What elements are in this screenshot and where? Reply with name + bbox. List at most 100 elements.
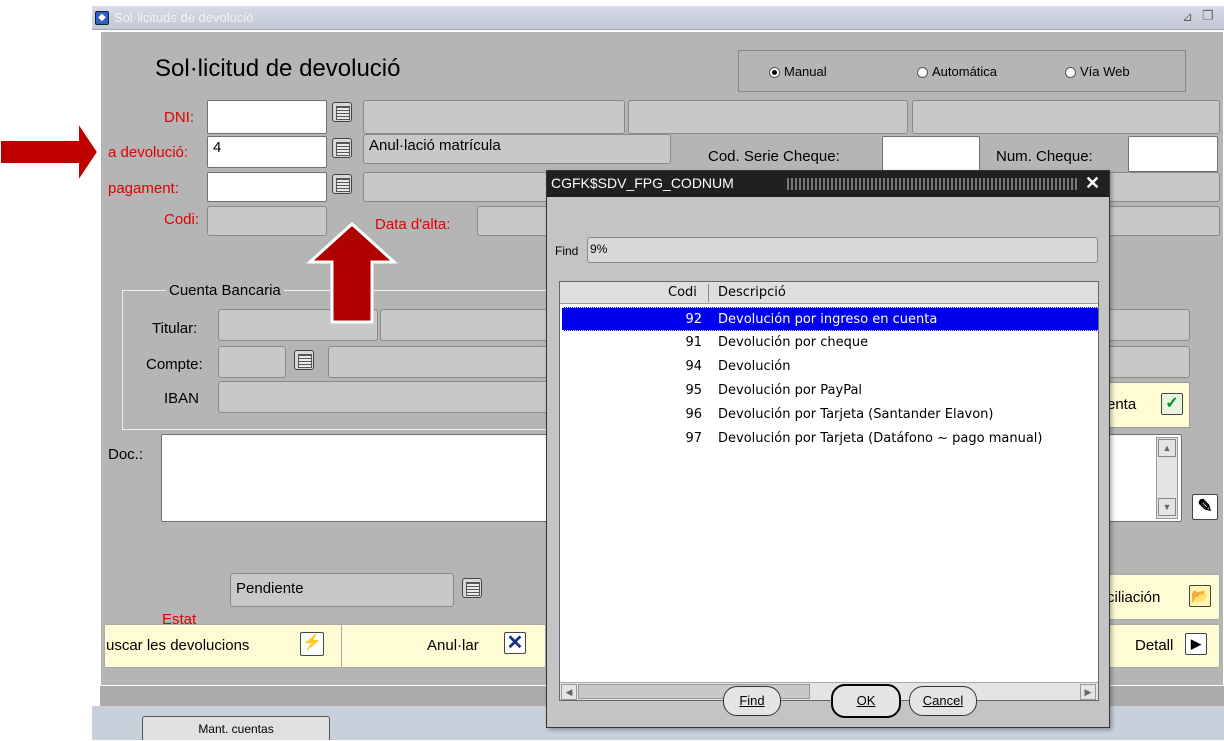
- scroll-up-icon[interactable]: ▲: [1158, 439, 1176, 457]
- find-button[interactable]: Find: [723, 686, 781, 716]
- cancel-button-label: Cancel: [922, 693, 964, 708]
- titular-field-2: [380, 309, 550, 341]
- check-icon: ✓: [1161, 393, 1183, 415]
- list-item[interactable]: 95 Devolución por PayPal: [562, 379, 1098, 403]
- tipus-devolucio-desc-field: Anul·lació matrícula: [363, 134, 671, 164]
- cod-serie-field[interactable]: [882, 136, 980, 172]
- row-codi: 97: [685, 431, 702, 446]
- radio-via-web-label: Vía Web: [1080, 64, 1130, 79]
- radio-manual-icon: [769, 67, 780, 79]
- row-desc: Devolución por Tarjeta (Santander Elavon…: [718, 407, 994, 422]
- dni-name-field-1: [363, 100, 625, 134]
- estat-lov-icon[interactable]: [462, 578, 482, 598]
- ok-button-label: OK: [856, 693, 876, 708]
- scroll-right-icon[interactable]: ▶: [1080, 684, 1096, 700]
- lov-list: Codi Descripció 92 Devolución por ingreso…: [559, 281, 1099, 701]
- scroll-left-icon[interactable]: ◀: [561, 684, 577, 700]
- cancel-button[interactable]: Cancel: [909, 686, 977, 716]
- list-item[interactable]: 91 Devolución por cheque: [562, 331, 1098, 355]
- conciliacion-label: ciliación: [1107, 589, 1161, 606]
- oracle-forms-icon: ◆: [95, 11, 109, 25]
- right-arrow-annotation: [0, 118, 100, 186]
- row-desc: Devolución: [718, 359, 791, 374]
- window-title-bar: ◆ Sol·licituds de devolució ⊿ ❐: [92, 6, 1224, 30]
- radio-manual[interactable]: Manual: [769, 64, 827, 79]
- forma-pagament-desc-field: [363, 172, 549, 202]
- lov-title-bar: CGFK$SDV_FPG_CODNUM ✕: [547, 171, 1109, 197]
- dni-name-field-2: [628, 100, 908, 134]
- dni-label: DNI:: [164, 109, 194, 126]
- dni-name-field-3: [912, 100, 1220, 134]
- tipus-devolucio-label: a devolució:: [108, 144, 189, 161]
- compte-field-1: [218, 346, 286, 378]
- tipus-devolucio-lov-icon[interactable]: [332, 138, 352, 158]
- ok-button[interactable]: OK: [831, 684, 901, 718]
- estat-field: Pendiente: [230, 573, 454, 607]
- col-header-descripcio[interactable]: Descripció: [718, 285, 786, 300]
- list-item[interactable]: 97 Devolución por Tarjeta (Datáfono ~ pag…: [562, 427, 1098, 451]
- num-cheque-field[interactable]: [1128, 136, 1218, 172]
- lov-title-pattern: [787, 178, 1077, 190]
- codi-label: Codi:: [164, 211, 200, 228]
- restore-icon[interactable]: ❐: [1202, 8, 1214, 24]
- lov-dialog: CGFK$SDV_FPG_CODNUM ✕ Find 9% Codi Descr…: [546, 170, 1110, 728]
- forma-pagament-code-field[interactable]: [207, 172, 327, 202]
- row-codi: 94: [685, 359, 702, 374]
- cod-serie-label: Cod. Serie Cheque:: [708, 148, 840, 165]
- forma-pagament-lov-icon[interactable]: [332, 174, 352, 194]
- cuenta-button[interactable]: enta ✓: [1106, 382, 1190, 428]
- list-item[interactable]: 96 Devolución por Tarjeta (Santander Elav…: [562, 403, 1098, 427]
- forma-pagament-right-field: [1108, 172, 1220, 202]
- close-x-icon: ✕: [504, 632, 526, 654]
- radio-manual-label: Manual: [784, 64, 827, 79]
- cuenta-button-label: enta: [1107, 396, 1137, 413]
- horizontal-scrollbar[interactable]: ◀ ▶: [560, 682, 1098, 700]
- folder-open-icon: 📂: [1189, 585, 1211, 607]
- row-codi: 95: [685, 383, 702, 398]
- list-item[interactable]: 94 Devolución: [562, 355, 1098, 379]
- anular-button[interactable]: Anul·lar ✕: [342, 624, 546, 668]
- col-header-codi[interactable]: Codi: [668, 285, 697, 300]
- dni-lov-icon[interactable]: [332, 102, 352, 122]
- window-title: Sol·licituds de devolució: [114, 10, 254, 25]
- edit-pencil-icon[interactable]: ✎: [1192, 494, 1218, 520]
- find-button-label: Find: [739, 693, 765, 708]
- scroll-down-icon[interactable]: ▼: [1158, 498, 1176, 516]
- codi-field: [207, 206, 327, 236]
- titular-right-field: [1108, 309, 1190, 341]
- lightning-icon: ⚡: [300, 632, 324, 656]
- dni-field[interactable]: [207, 100, 327, 134]
- row-desc: Devolución por PayPal: [718, 383, 863, 398]
- find-input[interactable]: 9%: [587, 237, 1098, 263]
- detall-button[interactable]: Detall ▶: [1106, 624, 1220, 668]
- row-desc: Devolución por ingreso en cuenta: [718, 312, 938, 327]
- anular-label: Anul·lar: [427, 637, 479, 654]
- data-alta-label: Data d'alta:: [375, 216, 451, 233]
- buscar-label: uscar les devolucions: [106, 637, 250, 654]
- doc-textarea[interactable]: [161, 434, 550, 522]
- row-codi: 96: [685, 407, 702, 422]
- titular-label: Titular:: [152, 320, 198, 337]
- compte-field-2: [328, 346, 550, 378]
- doc-scrollbar[interactable]: ▲ ▼: [1156, 437, 1178, 519]
- titular-field-1: [218, 309, 378, 341]
- buscar-button[interactable]: uscar les devolucions ⚡: [104, 624, 342, 668]
- compte-lov-icon[interactable]: [294, 350, 314, 370]
- data-alta-field: [477, 206, 549, 236]
- radio-automatica-icon: [917, 67, 928, 79]
- radio-automatica[interactable]: Automática: [917, 64, 997, 79]
- resize-icon[interactable]: ⊿: [1182, 9, 1193, 25]
- row-desc: Devolución por cheque: [718, 335, 869, 350]
- page-title: Sol·licitud de devolució: [155, 55, 401, 82]
- cuenta-bancaria-title: Cuenta Bancaria: [166, 282, 284, 299]
- list-item[interactable]: 92 Devolución por ingreso en cuenta: [562, 307, 1098, 331]
- close-icon[interactable]: ✕: [1085, 173, 1100, 194]
- radio-automatica-label: Automática: [932, 64, 998, 79]
- radio-via-web[interactable]: Vía Web: [1065, 64, 1130, 79]
- iban-field: [218, 381, 550, 413]
- row-desc: Devolución por Tarjeta (Datáfono ~ pago …: [718, 431, 1043, 446]
- conciliacion-button[interactable]: ciliación 📂: [1106, 574, 1220, 620]
- codi-right-field: [1108, 206, 1220, 236]
- tipus-devolucio-code-field[interactable]: 4: [207, 136, 327, 168]
- mant-cuentas-button[interactable]: Mant. cuentas: [142, 716, 330, 740]
